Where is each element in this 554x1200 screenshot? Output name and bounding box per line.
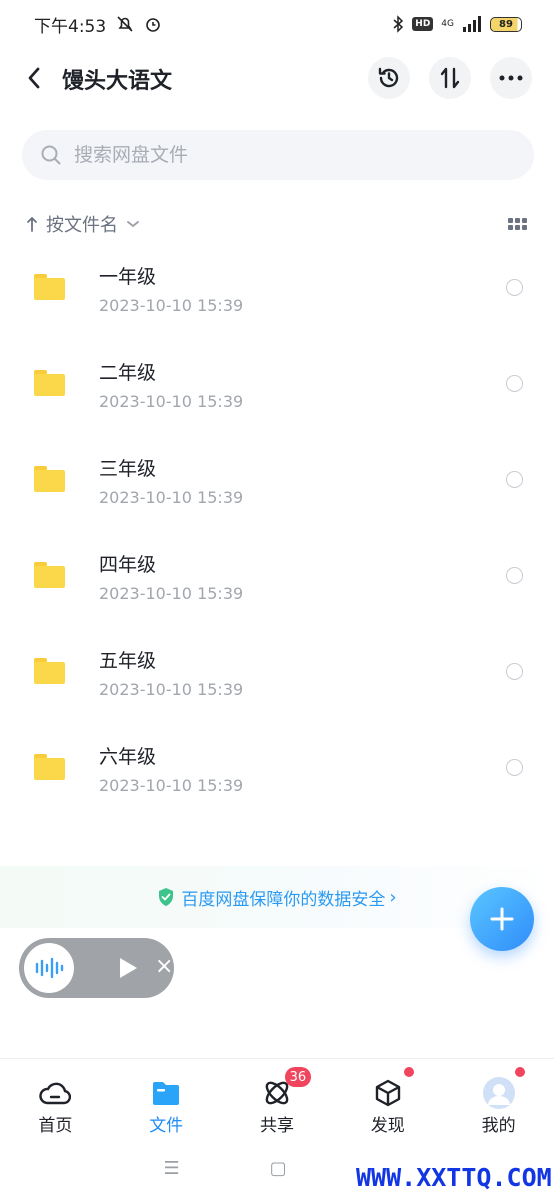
file-row[interactable]: 四年级 2023-10-10 15:39 xyxy=(0,528,554,624)
file-name: 一年级 xyxy=(99,266,157,288)
file-name: 四年级 xyxy=(99,554,157,576)
nav-profile[interactable]: 我的 xyxy=(443,1059,554,1137)
status-time: 下午4:53 xyxy=(34,16,107,37)
add-button[interactable] xyxy=(470,887,534,951)
search-input[interactable] xyxy=(74,144,474,166)
transfer-arrows-icon xyxy=(440,67,460,89)
file-date: 2023-10-10 15:39 xyxy=(99,776,244,795)
bottom-nav: 首页 文件 共享 36 发现 我的 xyxy=(0,1058,554,1136)
cloud-icon xyxy=(39,1077,72,1109)
folder-icon xyxy=(34,466,65,492)
select-circle[interactable] xyxy=(506,759,523,776)
folder-icon xyxy=(150,1077,182,1109)
folder-icon xyxy=(34,562,65,588)
file-row[interactable]: 一年级 2023-10-10 15:39 xyxy=(0,240,554,336)
mute-bell-icon xyxy=(117,16,133,32)
header: 馒头大语文 xyxy=(0,48,554,108)
hd-icon: HD xyxy=(412,17,434,31)
file-name: 三年级 xyxy=(99,458,157,480)
file-date: 2023-10-10 15:39 xyxy=(99,392,244,411)
home-square-icon[interactable]: ▢ xyxy=(270,1158,287,1179)
folder-icon xyxy=(34,274,65,300)
nav-label: 文件 xyxy=(149,1116,184,1136)
play-icon[interactable] xyxy=(117,956,139,980)
page-title: 馒头大语文 xyxy=(62,69,173,94)
share-badge: 36 xyxy=(284,1067,312,1087)
chevron-down-icon xyxy=(127,221,139,228)
file-name: 五年级 xyxy=(99,650,157,672)
select-circle[interactable] xyxy=(506,663,523,680)
avatar-icon xyxy=(482,1077,515,1109)
safety-text: 百度网盘保障你的数据安全 xyxy=(181,889,386,910)
file-name: 六年级 xyxy=(99,746,157,768)
alarm-icon xyxy=(146,18,160,32)
close-icon[interactable]: × xyxy=(155,955,173,979)
file-date: 2023-10-10 15:39 xyxy=(99,584,244,603)
shield-icon xyxy=(159,888,174,906)
network-label: 4G xyxy=(441,18,454,29)
folder-icon xyxy=(34,658,65,684)
file-row[interactable]: 三年级 2023-10-10 15:39 xyxy=(0,432,554,528)
status-bar: 下午4:53 HD 4G 89 xyxy=(0,0,554,48)
file-list: 一年级 2023-10-10 15:39 二年级 2023-10-10 15:3… xyxy=(0,240,554,816)
menu-icon[interactable]: ☰ xyxy=(164,1158,180,1179)
signal-icon xyxy=(463,16,481,32)
nav-label: 共享 xyxy=(259,1116,294,1136)
file-date: 2023-10-10 15:39 xyxy=(99,488,244,507)
nav-label: 首页 xyxy=(38,1116,73,1136)
chevron-left-icon xyxy=(28,67,40,89)
chevron-right-icon: › xyxy=(389,886,397,908)
back-button[interactable] xyxy=(18,60,50,96)
sort-up-arrow-icon xyxy=(27,217,37,232)
folder-icon xyxy=(34,370,65,396)
nav-files[interactable]: 文件 xyxy=(111,1059,222,1137)
watermark-text: WWW.XXTTQ.COM xyxy=(356,1163,552,1192)
bluetooth-icon xyxy=(393,15,404,33)
more-button[interactable] xyxy=(490,57,532,99)
sort-row: 按文件名 xyxy=(26,208,528,240)
profile-dot xyxy=(515,1067,526,1077)
search-icon xyxy=(41,145,61,165)
nav-share[interactable]: 共享 36 xyxy=(222,1059,333,1137)
select-circle[interactable] xyxy=(506,279,523,296)
select-circle[interactable] xyxy=(506,375,523,392)
file-date: 2023-10-10 15:39 xyxy=(99,680,244,699)
history-button[interactable] xyxy=(368,57,410,99)
file-name: 二年级 xyxy=(99,362,157,384)
cube-icon xyxy=(372,1077,404,1109)
sort-toggle[interactable]: 按文件名 xyxy=(26,211,140,237)
grid-view-button[interactable] xyxy=(506,213,528,235)
history-icon xyxy=(378,67,399,88)
more-dots-icon xyxy=(499,75,523,81)
battery-level: 89 xyxy=(499,18,513,30)
file-row[interactable]: 二年级 2023-10-10 15:39 xyxy=(0,336,554,432)
file-row[interactable]: 六年级 2023-10-10 15:39 xyxy=(0,720,554,816)
battery-icon: 89 xyxy=(490,16,522,32)
nav-label: 发现 xyxy=(370,1116,405,1136)
discover-dot xyxy=(404,1067,415,1077)
select-circle[interactable] xyxy=(506,471,523,488)
sort-label: 按文件名 xyxy=(46,215,118,236)
folder-icon xyxy=(34,754,65,780)
nav-home[interactable]: 首页 xyxy=(0,1059,111,1137)
select-circle[interactable] xyxy=(506,567,523,584)
audio-mini-player[interactable]: × xyxy=(19,938,174,998)
nav-discover[interactable]: 发现 xyxy=(332,1059,443,1137)
transfer-button[interactable] xyxy=(429,57,471,99)
audio-wave-icon xyxy=(24,943,74,993)
search-bar[interactable] xyxy=(22,130,534,180)
plus-icon xyxy=(490,907,514,931)
file-row[interactable]: 五年级 2023-10-10 15:39 xyxy=(0,624,554,720)
file-date: 2023-10-10 15:39 xyxy=(99,296,244,315)
nav-label: 我的 xyxy=(481,1116,516,1136)
